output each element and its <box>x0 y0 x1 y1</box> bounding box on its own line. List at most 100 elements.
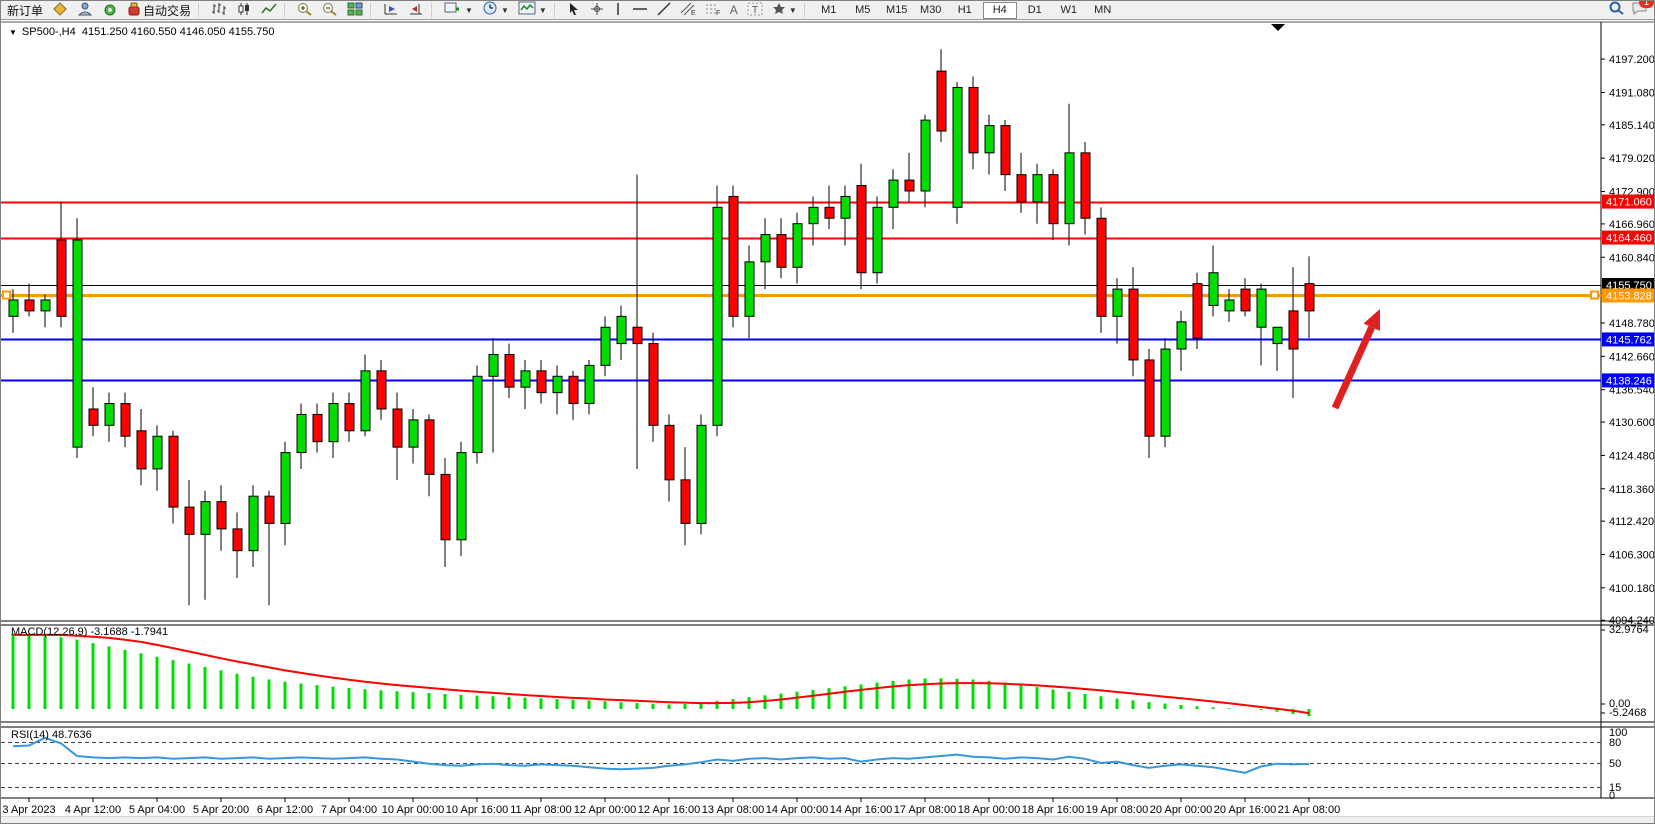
candle-body <box>1113 289 1122 316</box>
timeframe-M5[interactable]: M5 <box>847 2 879 19</box>
time-axis-label: 4 Apr 12:00 <box>65 804 121 816</box>
cursor-tool-button[interactable] <box>563 2 585 19</box>
candle-body <box>361 371 370 431</box>
price-tick-label: 4112.420 <box>1609 516 1654 528</box>
price-tag-label: 4153.828 <box>1606 290 1652 302</box>
signals-button[interactable] <box>98 2 122 19</box>
chart-shift-icon <box>408 2 424 19</box>
candle-body <box>553 376 562 392</box>
candle-body <box>265 496 274 523</box>
candle-body <box>905 180 914 191</box>
toolbar-separator <box>198 3 204 18</box>
auto-trading-label: 自动交易 <box>143 2 191 19</box>
price-tick-label: 4130.600 <box>1609 417 1655 429</box>
new-chart-button[interactable]: ▼ <box>440 2 477 19</box>
candle-body <box>41 300 50 311</box>
candle-body <box>73 240 82 447</box>
text-tool-button[interactable]: A <box>726 2 742 19</box>
toolbar-separator <box>431 3 437 18</box>
timeframe-M30[interactable]: M30 <box>915 2 947 19</box>
line-chart-icon <box>261 2 277 19</box>
svg-text:F: F <box>716 10 720 16</box>
candle-body <box>329 404 338 442</box>
candle-body <box>1193 284 1202 339</box>
channel-tool-button[interactable]: E <box>676 2 700 19</box>
chart-shift-button[interactable] <box>404 2 428 19</box>
candle-body <box>1129 289 1138 360</box>
timeframe-W1[interactable]: W1 <box>1053 2 1085 19</box>
crosshair-tool-button[interactable] <box>586 2 608 19</box>
rsi-axis-label: 0 <box>1609 790 1615 802</box>
contacts-button[interactable] <box>73 2 97 19</box>
candle-body <box>585 365 594 403</box>
candle-body <box>297 414 306 452</box>
periods-button[interactable]: ▼ <box>478 2 513 19</box>
candle-body <box>825 207 834 218</box>
candle-body <box>665 425 674 480</box>
candle-body <box>1209 273 1218 306</box>
fibonacci-tool-button[interactable]: F <box>701 2 725 19</box>
templates-button[interactable]: ▼ <box>514 2 551 19</box>
timeframe-H4[interactable]: H4 <box>983 2 1017 19</box>
time-axis-label: 7 Apr 04:00 <box>321 804 377 816</box>
candle-body <box>937 71 946 131</box>
signal-icon <box>102 2 118 19</box>
horizontal-line-tool-button[interactable] <box>628 2 652 19</box>
price-tick-label: 4100.180 <box>1609 583 1655 595</box>
timeframe-M1[interactable]: M1 <box>813 2 845 19</box>
auto-trading-button[interactable]: 自动交易 <box>123 2 195 19</box>
chart-canvas[interactable]: 4197.2004191.0804185.1404179.0204172.900… <box>1 1 1655 824</box>
time-axis-label: 21 Apr 08:00 <box>1278 804 1340 816</box>
timeframe-D1[interactable]: D1 <box>1019 2 1051 19</box>
candle-body <box>889 180 898 207</box>
candle-body <box>681 480 690 524</box>
time-axis-label: 10 Apr 16:00 <box>446 804 508 816</box>
candlestick-chart-button[interactable] <box>232 2 256 19</box>
history-center-button[interactable] <box>48 2 72 19</box>
text-label-tool-button[interactable]: T <box>743 2 767 19</box>
search-icon[interactable] <box>1609 1 1625 19</box>
chevron-down-icon: ▼ <box>465 6 473 15</box>
line-chart-button[interactable] <box>257 2 281 19</box>
vertical-line-tool-button[interactable] <box>609 2 627 19</box>
candle-body <box>313 414 322 441</box>
candle-body <box>761 235 770 262</box>
price-tick-label: 4106.300 <box>1609 550 1655 562</box>
candle-body <box>649 344 658 426</box>
collapse-triangle-icon[interactable]: ▼ <box>9 28 17 37</box>
auto-scroll-button[interactable] <box>379 2 403 19</box>
trendline-icon <box>657 2 671 19</box>
bar-chart-button[interactable] <box>207 2 231 19</box>
time-axis-label: 3 Apr 2023 <box>2 804 55 816</box>
toolbar-separator <box>554 3 560 18</box>
candle-body <box>489 354 498 376</box>
timeframe-H1[interactable]: H1 <box>949 2 981 19</box>
new-order-button[interactable]: 新订单 <box>3 2 47 19</box>
candle-body <box>633 327 642 343</box>
time-axis-label: 18 Apr 16:00 <box>1022 804 1084 816</box>
time-axis-label: 12 Apr 00:00 <box>574 804 636 816</box>
candle-body <box>1305 284 1314 311</box>
tile-windows-button[interactable] <box>343 2 367 19</box>
candle-body <box>1001 126 1010 175</box>
zoom-in-button[interactable] <box>293 2 317 19</box>
timeframe-M15[interactable]: M15 <box>881 2 913 19</box>
price-tag-label: 4145.762 <box>1606 334 1652 346</box>
timeframe-MN[interactable]: MN <box>1087 2 1119 19</box>
orange-line-handle[interactable] <box>3 292 10 299</box>
macd-axis-label: -5.2468 <box>1609 707 1646 719</box>
arrows-tool-button[interactable]: ▼ <box>768 2 801 19</box>
candle-body <box>505 354 514 387</box>
orange-line-handle[interactable] <box>1591 292 1598 299</box>
candle-body <box>345 404 354 431</box>
price-tick-label: 4179.020 <box>1609 153 1655 165</box>
zoom-out-icon <box>322 2 338 19</box>
trendline-tool-button[interactable] <box>653 2 675 19</box>
zoom-out-button[interactable] <box>318 2 342 19</box>
time-axis-label: 5 Apr 20:00 <box>193 804 249 816</box>
chart-title-text: SP500-,H4 4151.250 4160.550 4146.050 415… <box>22 26 275 38</box>
candle-body <box>185 507 194 534</box>
person-icon <box>77 2 93 19</box>
zoom-in-icon <box>297 2 313 19</box>
notifications-button[interactable]: 1 <box>1631 1 1648 19</box>
